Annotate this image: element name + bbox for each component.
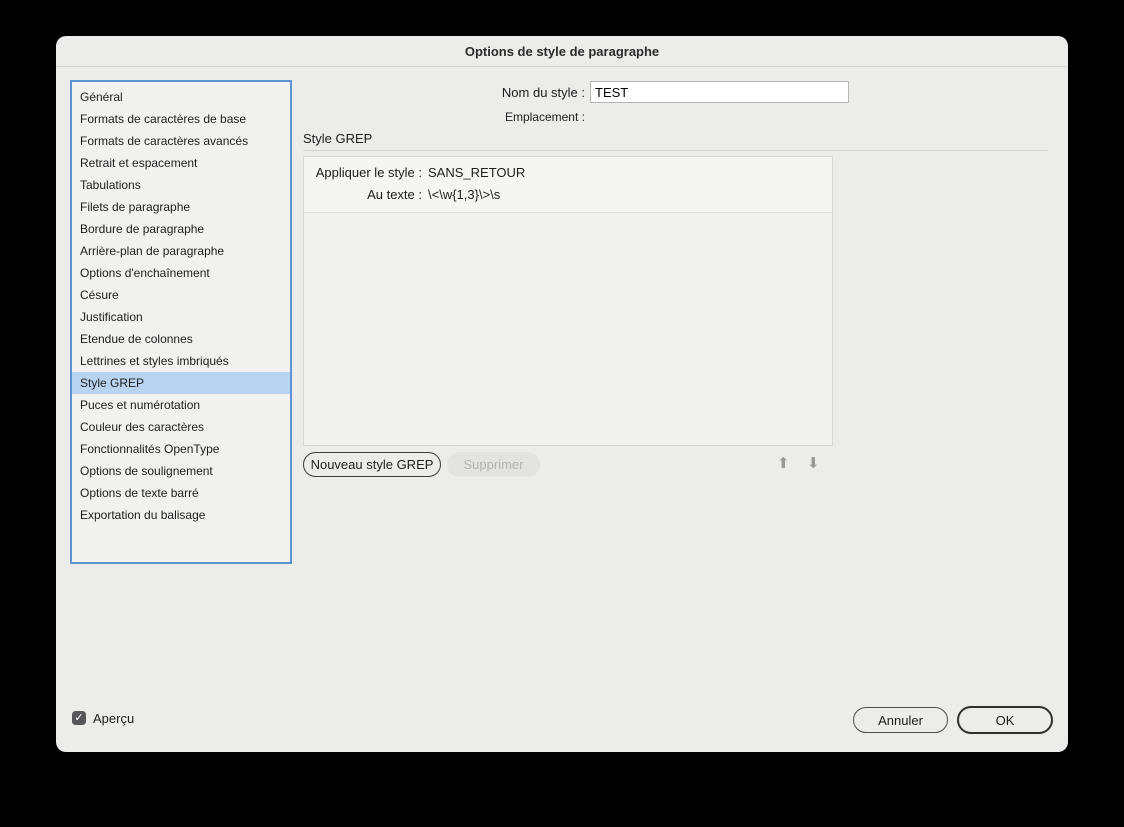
dialog-titlebar[interactable]: Options de style de paragraphe xyxy=(56,36,1068,67)
grep-apply-style-label: Appliquer le style : xyxy=(315,165,422,180)
style-name-label: Nom du style : xyxy=(501,85,585,100)
sidebar-item-bordure-de-paragraphe[interactable]: Bordure de paragraphe xyxy=(72,218,290,240)
sidebar-item-lettrines-et-styles-imbriques[interactable]: Lettrines et styles imbriqués xyxy=(72,350,290,372)
paragraph-style-options-dialog: Options de style de paragraphe Général Fo… xyxy=(56,36,1068,752)
grep-apply-style-value[interactable]: SANS_RETOUR xyxy=(428,162,525,184)
sidebar-item-options-d-enchainement[interactable]: Options d'enchaînement xyxy=(72,262,290,284)
grep-totext-value[interactable]: \<\w{1,3}\>\s xyxy=(428,184,500,206)
grep-style-entry[interactable]: Appliquer le style : SANS_RETOUR Au text… xyxy=(304,157,832,213)
ok-button[interactable]: OK xyxy=(957,706,1053,734)
sidebar-item-formats-de-caracteres-avances[interactable]: Formats de caractères avancés xyxy=(72,130,290,152)
delete-grep-style-button[interactable]: Supprimer xyxy=(447,452,540,477)
grep-apply-row: Appliquer le style : SANS_RETOUR xyxy=(304,162,832,184)
sidebar-item-couleur-des-caracteres[interactable]: Couleur des caractères xyxy=(72,416,290,438)
preview-label: Aperçu xyxy=(93,710,135,726)
style-name-input[interactable] xyxy=(590,81,849,103)
dialog-title: Options de style de paragraphe xyxy=(464,43,660,59)
grep-style-list: Appliquer le style : SANS_RETOUR Au text… xyxy=(303,156,833,446)
preview-toggle[interactable]: ✓ Aperçu xyxy=(72,708,134,728)
sidebar-item-options-de-texte-barre[interactable]: Options de texte barré xyxy=(72,482,290,504)
grep-section-title: Style GREP xyxy=(303,131,373,146)
sidebar-item-formats-de-caracteres-de-base[interactable]: Formats de caractères de base xyxy=(72,108,290,130)
sidebar-item-arriere-plan-de-paragraphe[interactable]: Arrière-plan de paragraphe xyxy=(72,240,290,262)
sidebar-item-retrait-et-espacement[interactable]: Retrait et espacement xyxy=(72,152,290,174)
move-down-icon[interactable]: ⬇ xyxy=(807,453,820,475)
sidebar-item-general[interactable]: Général xyxy=(72,86,290,108)
grep-totext-label: Au texte : xyxy=(367,187,422,202)
location-label: Emplacement : xyxy=(504,110,585,124)
sidebar-item-exportation-du-balisage[interactable]: Exportation du balisage xyxy=(72,504,290,526)
cancel-button[interactable]: Annuler xyxy=(853,707,948,733)
grep-totext-row: Au texte : \<\w{1,3}\>\s xyxy=(304,184,832,206)
move-up-icon[interactable]: ⬆ xyxy=(777,453,790,475)
sidebar-item-options-de-soulignement[interactable]: Options de soulignement xyxy=(72,460,290,482)
new-grep-style-button[interactable]: Nouveau style GREP xyxy=(303,452,441,477)
section-divider xyxy=(303,150,1048,151)
check-icon: ✓ xyxy=(74,712,84,724)
sidebar-item-fonctionnalites-opentype[interactable]: Fonctionnalités OpenType xyxy=(72,438,290,460)
sidebar-item-puces-et-numerotation[interactable]: Puces et numérotation xyxy=(72,394,290,416)
sidebar-item-etendue-de-colonnes[interactable]: Etendue de colonnes xyxy=(72,328,290,350)
sidebar-item-cesure[interactable]: Césure xyxy=(72,284,290,306)
sidebar-item-tabulations[interactable]: Tabulations xyxy=(72,174,290,196)
preview-checkbox[interactable]: ✓ xyxy=(72,711,86,725)
sidebar-item-filets-de-paragraphe[interactable]: Filets de paragraphe xyxy=(72,196,290,218)
settings-category-list: Général Formats de caractères de base Form… xyxy=(70,80,292,564)
sidebar-item-style-grep[interactable]: Style GREP xyxy=(72,372,290,394)
sidebar-item-justification[interactable]: Justification xyxy=(72,306,290,328)
